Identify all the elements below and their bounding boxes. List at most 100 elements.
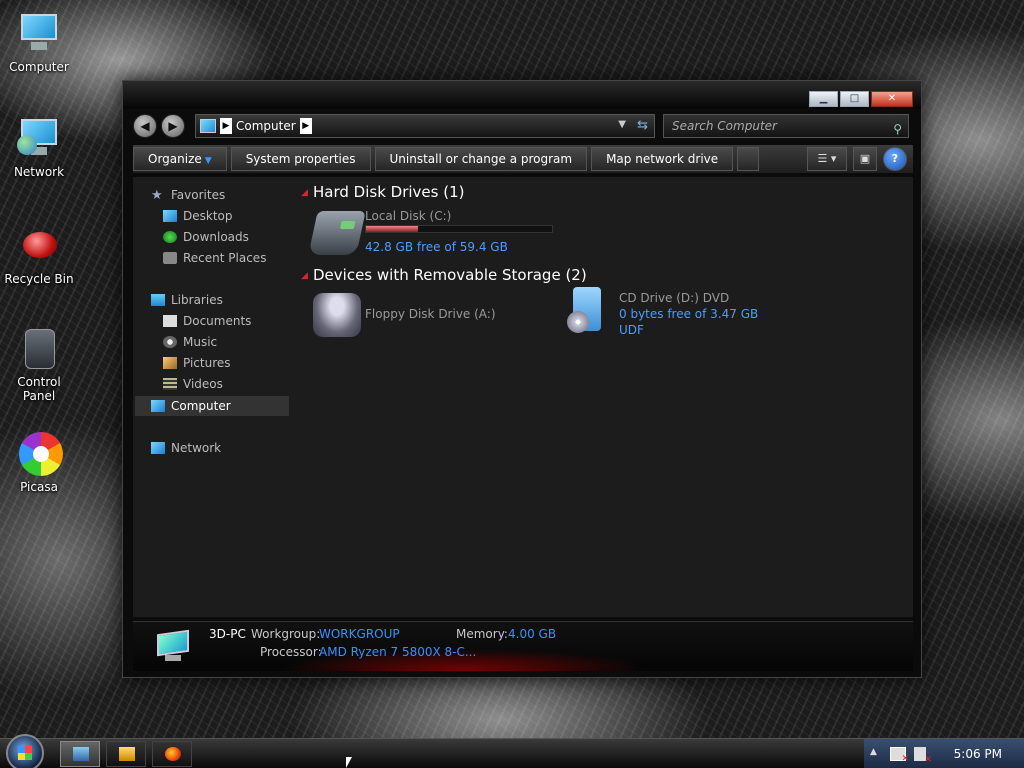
- taskbar-firefox[interactable]: [152, 741, 192, 767]
- desktop-icon-label: Picasa: [20, 480, 58, 494]
- computer-icon: [151, 400, 165, 412]
- nav-label: Network: [171, 441, 222, 455]
- close-button[interactable]: ✕: [871, 91, 913, 107]
- documents-icon: [163, 315, 177, 327]
- taskbar-media-player[interactable]: [106, 741, 146, 767]
- computer-icon: [153, 629, 193, 662]
- views-icon[interactable]: ☰ ▾: [807, 147, 847, 171]
- drive-a[interactable]: Floppy Disk Drive (A:): [313, 289, 533, 339]
- desktop-icon-network[interactable]: Network: [0, 115, 78, 179]
- processor-value: AMD Ryzen 7 5800X 8-C...: [319, 645, 477, 659]
- explorer-icon: [73, 747, 89, 761]
- group-header-hard-disk[interactable]: ◢ Hard Disk Drives (1): [301, 183, 465, 201]
- breadcrumb-arrow-icon[interactable]: ▶: [299, 118, 312, 134]
- group-header-removable[interactable]: ◢ Devices with Removable Storage (2): [301, 266, 587, 284]
- address-bar[interactable]: ▶ Computer ▶ ▼ ⇆: [195, 114, 655, 138]
- desktop-icon-computer[interactable]: Computer: [0, 10, 78, 74]
- network-icon: [15, 115, 63, 163]
- title-bar[interactable]: ▁ □ ✕: [123, 81, 921, 109]
- desktop-icon-label: Network: [13, 165, 65, 179]
- search-input[interactable]: Search Computer ⚲: [663, 114, 909, 138]
- chevron-down-icon[interactable]: ▼: [618, 119, 626, 130]
- help-button[interactable]: ?: [883, 147, 907, 171]
- group-title: Hard Disk Drives (1): [313, 183, 465, 201]
- minimize-button[interactable]: ▁: [809, 91, 838, 107]
- nav-item-computer[interactable]: Computer: [151, 396, 231, 416]
- command-bar: Organize ▼ System properties Uninstall or…: [133, 145, 913, 173]
- memory-label: Memory:: [456, 627, 508, 641]
- control-panel-icon: [15, 325, 63, 373]
- nav-item-videos[interactable]: Videos: [163, 374, 223, 394]
- nav-item-desktop[interactable]: Desktop: [163, 206, 233, 226]
- desktop-icon-picasa[interactable]: Picasa: [0, 430, 78, 494]
- nav-label: Desktop: [183, 209, 233, 223]
- start-button[interactable]: [6, 734, 44, 768]
- desktop-icon-recycle-bin[interactable]: Recycle Bin: [0, 222, 78, 286]
- nav-item-documents[interactable]: Documents: [163, 311, 251, 331]
- network-status-icon[interactable]: [890, 747, 909, 764]
- nav-item-downloads[interactable]: Downloads: [163, 227, 249, 247]
- processor-label: Processor:: [260, 645, 322, 659]
- drive-free-space: 0 bytes free of 3.47 GB: [619, 307, 759, 321]
- breadcrumb-arrow-icon[interactable]: ▶: [220, 118, 232, 134]
- drive-name: Local Disk (C:): [365, 209, 452, 223]
- nav-item-recent-places[interactable]: Recent Places: [163, 248, 266, 268]
- search-icon[interactable]: ⚲: [893, 118, 902, 140]
- usage-bar: [365, 225, 553, 233]
- group-title: Devices with Removable Storage (2): [313, 266, 587, 284]
- preview-pane-icon[interactable]: ▣: [853, 147, 877, 171]
- breadcrumb-computer[interactable]: Computer: [236, 119, 296, 133]
- nav-label: Music: [183, 335, 218, 349]
- pictures-icon: [163, 357, 177, 369]
- address-row: ◀ ▶ ▶ Computer ▶ ▼ ⇆ Search Computer ⚲: [133, 111, 913, 141]
- drive-c[interactable]: Local Disk (C:) 42.8 GB free of 59.4 GB: [308, 205, 563, 261]
- search-placeholder: Search Computer: [672, 119, 777, 133]
- mouse-cursor-icon: [346, 757, 352, 768]
- firefox-icon: [165, 747, 181, 761]
- drive-name: Floppy Disk Drive (A:): [365, 307, 496, 321]
- desktop-icon-label: Control Panel: [17, 375, 61, 403]
- back-button[interactable]: ◀: [133, 114, 157, 138]
- taskbar-explorer[interactable]: [60, 741, 100, 767]
- nav-item-libraries[interactable]: Libraries: [151, 290, 223, 310]
- maximize-button[interactable]: □: [840, 91, 869, 107]
- computer-icon: [200, 119, 216, 133]
- clock[interactable]: 5:06 PM: [954, 747, 1002, 761]
- nav-label: Libraries: [171, 293, 223, 307]
- volume-muted-icon[interactable]: [914, 747, 932, 765]
- drive-free-space: 42.8 GB free of 59.4 GB: [365, 240, 508, 254]
- drive-name: CD Drive (D:) DVD: [619, 291, 730, 305]
- content-pane: ◢ Hard Disk Drives (1) Local Disk (C:) 42…: [299, 177, 913, 617]
- recent-places-icon: [163, 252, 177, 264]
- drive-d[interactable]: CD Drive (D:) DVD 0 bytes free of 3.47 G…: [567, 285, 787, 345]
- desktop-icon-label: Recycle Bin: [4, 272, 74, 286]
- navigation-pane: ★ Favorites Desktop Downloads Recent Plac…: [133, 177, 293, 617]
- uninstall-program-button[interactable]: Uninstall or change a program: [374, 147, 588, 171]
- nav-label: Favorites: [171, 188, 226, 202]
- nav-item-network[interactable]: Network: [151, 438, 221, 458]
- nav-label: Recent Places: [183, 251, 267, 265]
- forward-button[interactable]: ▶: [161, 114, 185, 138]
- nav-item-favorites[interactable]: ★ Favorites: [151, 185, 225, 205]
- collapse-triangle-icon[interactable]: ◢: [301, 188, 308, 198]
- nav-label: Downloads: [183, 230, 249, 244]
- map-network-drive-button[interactable]: Map network drive: [591, 147, 734, 171]
- pc-name: 3D-PC: [209, 627, 246, 641]
- organize-button[interactable]: Organize ▼: [133, 147, 227, 171]
- hard-disk-icon: [308, 211, 366, 255]
- nav-label: Computer: [171, 399, 231, 413]
- floppy-disk-icon: [313, 293, 361, 337]
- nav-label: Pictures: [183, 356, 231, 370]
- picasa-icon: [15, 430, 63, 478]
- collapse-triangle-icon[interactable]: ◢: [301, 271, 308, 281]
- cd-drive-icon: [567, 287, 601, 333]
- desktop-icon-control-panel[interactable]: Control Panel: [0, 325, 78, 403]
- system-properties-button[interactable]: System properties: [230, 147, 371, 171]
- details-pane: 3D-PC Workgroup: WORKGROUP Memory: 4.00 …: [133, 621, 913, 671]
- show-hidden-icons-icon[interactable]: ▲: [870, 747, 877, 757]
- refresh-icon[interactable]: ⇆: [637, 118, 648, 133]
- toolbar-overflow-button[interactable]: [737, 147, 760, 171]
- nav-item-pictures[interactable]: Pictures: [163, 353, 231, 373]
- nav-item-music[interactable]: Music: [163, 332, 217, 352]
- nav-label: Documents: [183, 314, 252, 328]
